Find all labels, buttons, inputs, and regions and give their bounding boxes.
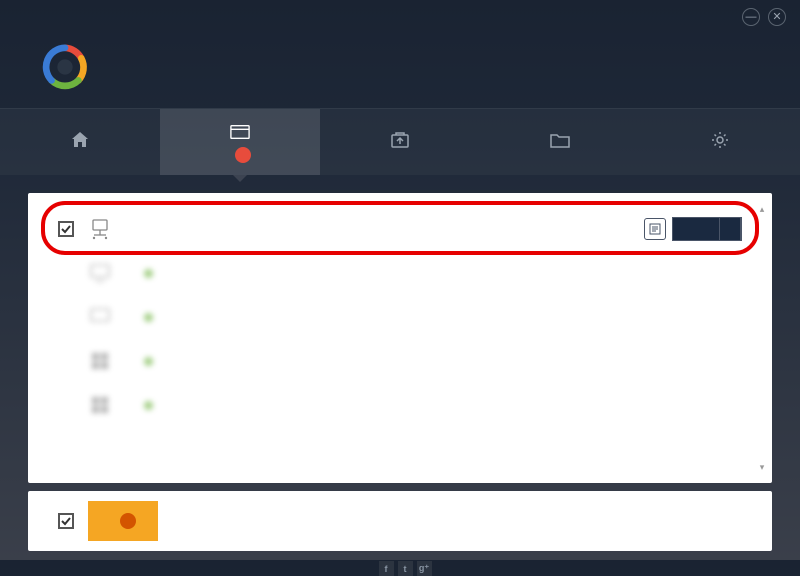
driver-list (28, 193, 772, 443)
nav-home[interactable] (0, 109, 160, 175)
nav-restore[interactable] (480, 109, 640, 175)
updates-badge (235, 147, 251, 163)
app-logo-icon (42, 44, 88, 90)
footer-panel (28, 491, 772, 551)
driver-row-blurred (58, 295, 742, 339)
brand-header (0, 34, 800, 108)
download-install-button[interactable] (88, 501, 158, 541)
copyright: f t g⁺ (0, 551, 800, 576)
home-icon (70, 131, 90, 149)
twitter-icon[interactable]: t (398, 561, 413, 576)
restore-icon (550, 131, 570, 149)
nav-settings[interactable] (640, 109, 800, 175)
scroll-down-icon[interactable]: ▾ (756, 461, 768, 473)
driver-row-blurred (58, 251, 742, 295)
windows-icon (88, 393, 112, 417)
update-button[interactable] (672, 217, 722, 241)
minimize-button[interactable]: — (742, 8, 760, 26)
backup-icon (390, 131, 410, 149)
driver-row-highlighted[interactable] (58, 207, 742, 251)
gear-icon (710, 131, 730, 149)
googleplus-icon[interactable]: g⁺ (417, 561, 432, 576)
driver-row-blurred (58, 383, 742, 427)
driver-info-button[interactable] (644, 218, 666, 240)
network-adapter-icon (88, 217, 112, 241)
windows-icon (88, 349, 112, 373)
close-button[interactable]: ✕ (768, 8, 786, 26)
updates-icon (230, 123, 250, 141)
download-badge (120, 513, 136, 529)
scrollbar[interactable]: ▴ ▾ (756, 203, 768, 473)
nav-driver-updates[interactable] (160, 109, 320, 175)
select-all-checkbox[interactable] (58, 513, 74, 529)
monitor-icon (88, 261, 112, 285)
driver-row-blurred (58, 339, 742, 383)
facebook-icon[interactable]: f (379, 561, 394, 576)
content-panel: ▴ ▾ (28, 193, 772, 483)
main-nav (0, 108, 800, 175)
audio-icon (88, 305, 112, 329)
scroll-up-icon[interactable]: ▴ (756, 203, 768, 215)
nav-backup[interactable] (320, 109, 480, 175)
row-checkbox[interactable] (58, 221, 74, 237)
